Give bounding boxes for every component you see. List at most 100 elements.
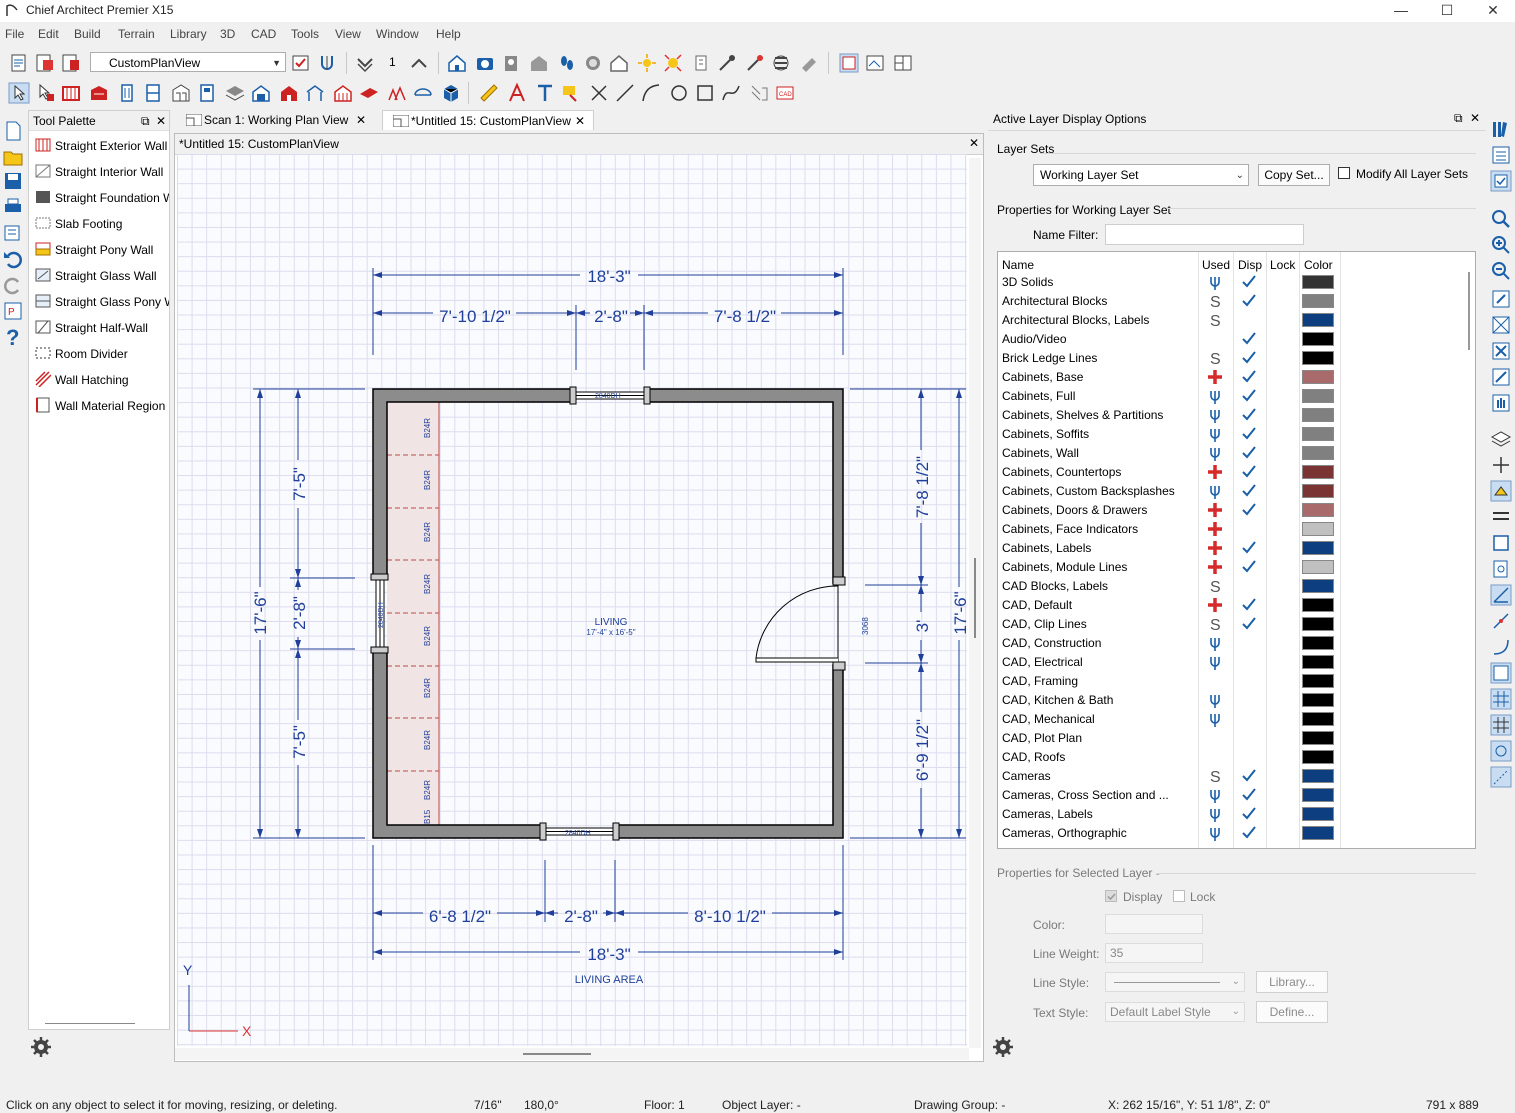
- zoom-icon[interactable]: [1490, 208, 1512, 230]
- fixture-tool-icon[interactable]: [196, 82, 218, 104]
- layer-color-swatch[interactable]: [1302, 465, 1334, 479]
- menu-cad[interactable]: CAD: [251, 27, 276, 41]
- callout-tool-icon[interactable]: [560, 82, 582, 104]
- layer-table-scrollbar[interactable]: [1464, 270, 1474, 848]
- layer-color-swatch[interactable]: [1302, 275, 1334, 289]
- text-arrow-icon[interactable]: [506, 82, 528, 104]
- undo-icon[interactable]: [2, 248, 24, 270]
- layer-color-swatch[interactable]: [1302, 579, 1334, 593]
- diagonal-snap-icon[interactable]: [1490, 766, 1512, 788]
- layer-display-icon[interactable]: [1490, 170, 1512, 192]
- fill-window-icon[interactable]: [1490, 314, 1512, 336]
- select-tool-icon[interactable]: [34, 82, 56, 104]
- view-combo[interactable]: CustomPlanView ▼: [90, 52, 286, 72]
- layer-row[interactable]: Cabinets, Base: [998, 368, 1474, 387]
- layer-row[interactable]: Cameras, Orthographic: [998, 824, 1474, 843]
- spline-tool-icon[interactable]: [720, 82, 742, 104]
- layer-color-swatch[interactable]: [1302, 636, 1334, 650]
- layer-color-swatch[interactable]: [1302, 427, 1334, 441]
- display-check-icon[interactable]: [1241, 558, 1257, 576]
- layer-row[interactable]: Cabinets, Doors & Drawers: [998, 501, 1474, 520]
- square-icon[interactable]: [1490, 532, 1512, 554]
- tool-slab-footing[interactable]: Slab Footing: [29, 211, 169, 237]
- gear-icon[interactable]: [30, 1036, 52, 1058]
- adjust-icon[interactable]: [690, 52, 712, 74]
- tab-scan-1[interactable]: Scan 1: Working Plan View ✕: [176, 110, 376, 130]
- display-check-icon[interactable]: [1241, 387, 1257, 405]
- material-painter-icon[interactable]: [744, 52, 766, 74]
- fill-window-building-icon[interactable]: [1490, 340, 1512, 362]
- zoom-in-icon[interactable]: [1490, 234, 1512, 256]
- layer-row[interactable]: Cameras S: [998, 767, 1474, 786]
- layer-color-swatch[interactable]: [1302, 655, 1334, 669]
- layer-row[interactable]: Brick Ledge Lines S: [998, 349, 1474, 368]
- close-window-button[interactable]: ✕: [1470, 0, 1515, 22]
- menu-view[interactable]: View: [335, 27, 361, 41]
- circle-tool-icon[interactable]: [668, 82, 690, 104]
- layer-color-swatch[interactable]: [1302, 598, 1334, 612]
- dropper-icon[interactable]: [716, 52, 738, 74]
- layer-row[interactable]: CAD, Default: [998, 596, 1474, 615]
- layer-color-swatch[interactable]: [1302, 332, 1334, 346]
- display-check-icon[interactable]: [1241, 292, 1257, 310]
- display-check-icon[interactable]: [1241, 425, 1257, 443]
- walkthrough-icon[interactable]: [500, 52, 522, 74]
- vertical-scrollbar[interactable]: [969, 158, 981, 1048]
- undo-zoom-icon[interactable]: [1490, 288, 1512, 310]
- layer-row[interactable]: Architectural Blocks S: [998, 292, 1474, 311]
- display-check-icon[interactable]: [1241, 767, 1257, 785]
- display-check-icon[interactable]: [1241, 463, 1257, 481]
- layer-row[interactable]: 3D Solids: [998, 273, 1474, 292]
- door[interactable]: [755, 576, 846, 671]
- tool-straight-glass-pony-wall[interactable]: Straight Glass Pony W: [29, 289, 169, 315]
- copy-set-button[interactable]: Copy Set...: [1258, 164, 1330, 186]
- col-used[interactable]: Used: [1202, 258, 1230, 272]
- color-swatch-button[interactable]: [1105, 914, 1203, 934]
- snapshot-icon[interactable]: [582, 52, 604, 74]
- save-plan-icon[interactable]: [60, 52, 82, 74]
- name-filter-input[interactable]: [1105, 224, 1304, 245]
- layer-color-swatch[interactable]: [1302, 617, 1334, 631]
- select-objects-icon[interactable]: [8, 82, 30, 104]
- house-tool-icon[interactable]: [278, 82, 300, 104]
- tool-straight-foundation-wall[interactable]: Straight Foundation W: [29, 185, 169, 211]
- floor-down-icon[interactable]: [354, 52, 376, 74]
- display-check-icon[interactable]: [1241, 501, 1257, 519]
- layer-row[interactable]: Cabinets, Countertops: [998, 463, 1474, 482]
- layer-color-swatch[interactable]: [1302, 522, 1334, 536]
- menu-tools[interactable]: Tools: [291, 27, 319, 41]
- cad-block-icon[interactable]: CAD: [774, 82, 796, 104]
- layer-row[interactable]: Cabinets, Labels: [998, 539, 1474, 558]
- lock-checkbox[interactable]: [1173, 890, 1185, 902]
- close-panel-icon[interactable]: ✕: [156, 111, 166, 131]
- layer-row[interactable]: CAD, Clip Lines S: [998, 615, 1474, 634]
- horizontal-scrollbar[interactable]: [175, 1048, 969, 1060]
- layer-row[interactable]: Cabinets, Full: [998, 387, 1474, 406]
- elevation-view-icon[interactable]: [864, 52, 886, 74]
- layers-stack-icon[interactable]: [1490, 428, 1512, 450]
- angle-snap-icon[interactable]: [1490, 584, 1512, 606]
- display-check-icon[interactable]: [1241, 482, 1257, 500]
- scrollbar-thumb[interactable]: [523, 1053, 591, 1055]
- home-view-icon[interactable]: [608, 52, 630, 74]
- restore-panel-icon[interactable]: ⧉: [1454, 111, 1463, 126]
- layer-row[interactable]: Architectural Blocks, Labels S: [998, 311, 1474, 330]
- display-check-icon[interactable]: [1241, 273, 1257, 291]
- gear-icon[interactable]: [992, 1036, 1014, 1058]
- menu-3d[interactable]: 3D: [220, 27, 235, 41]
- light-icon[interactable]: [662, 52, 684, 74]
- layer-color-swatch[interactable]: [1302, 693, 1334, 707]
- layer-row[interactable]: CAD, Mechanical: [998, 710, 1474, 729]
- layer-row[interactable]: CAD, Framing: [998, 672, 1474, 691]
- layer-row[interactable]: Cabinets, Custom Backsplashes: [998, 482, 1474, 501]
- fit-screen-icon[interactable]: [1490, 366, 1512, 388]
- display-check-icon[interactable]: [1241, 596, 1257, 614]
- text-tool-icon[interactable]: [534, 82, 556, 104]
- library-browser-icon[interactable]: [1490, 118, 1512, 140]
- maximize-button[interactable]: ☐: [1424, 0, 1470, 22]
- slab-tool-icon[interactable]: [412, 82, 434, 104]
- save-icon[interactable]: [2, 170, 24, 192]
- layer-color-swatch[interactable]: [1302, 807, 1334, 821]
- object-snap-icon[interactable]: [1490, 610, 1512, 632]
- camera-snap-icon[interactable]: [1490, 740, 1512, 762]
